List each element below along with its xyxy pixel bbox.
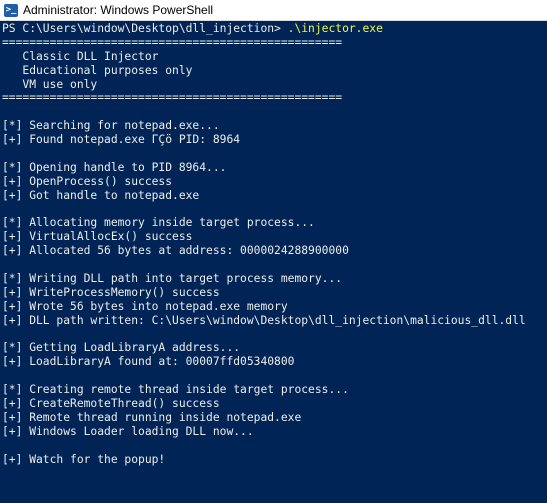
prompt-command: .\injector.exe — [287, 22, 383, 35]
console-line: VM use only — [2, 77, 98, 91]
console-line: [+] WriteProcessMemory() success — [2, 285, 220, 299]
console-line: Educational purposes only — [2, 63, 193, 77]
console-line: Classic DLL Injector — [2, 49, 159, 63]
console-line: [+] DLL path written: C:\Users\window\De… — [2, 313, 526, 327]
console-line: [+] Got handle to notepad.exe — [2, 188, 200, 202]
prompt-path: PS C:\Users\window\Desktop\dll_injection… — [2, 22, 288, 35]
console-output[interactable]: PS C:\Users\window\Desktop\dll_injection… — [0, 21, 547, 503]
console-line: [+] CreateRemoteThread() success — [2, 397, 220, 411]
console-line: [+] Allocated 56 bytes at address: 00000… — [2, 244, 349, 258]
title-bar[interactable]: >_ Administrator: Windows PowerShell — [0, 0, 547, 21]
window-title: Administrator: Windows PowerShell — [23, 3, 214, 17]
console-line: [+] Wrote 56 bytes into notepad.exe memo… — [2, 299, 288, 313]
console-line: [*] Opening handle to PID 8964... — [2, 160, 227, 174]
console-line: [*] Allocating memory inside target proc… — [2, 216, 315, 230]
console-line: [+] VirtualAllocEx() success — [2, 230, 193, 244]
console-line: [*] Searching for notepad.exe... — [2, 119, 220, 133]
console-line: ========================================… — [2, 91, 343, 105]
console-line: ========================================… — [2, 35, 343, 49]
console-line: [*] Writing DLL path into target process… — [2, 272, 343, 286]
powershell-window: >_ Administrator: Windows PowerShell PS … — [0, 0, 547, 503]
prompt-line: PS C:\Users\window\Desktop\dll_injection… — [2, 22, 547, 36]
powershell-icon: >_ — [4, 3, 18, 17]
console-line: [+] Watch for the popup! — [2, 452, 166, 466]
console-line: [+] Windows Loader loading DLL now... — [2, 424, 254, 438]
console-line: [+] Found notepad.exe ΓÇö PID: 8964 — [2, 133, 241, 147]
console-line: [+] Remote thread running inside notepad… — [2, 410, 302, 424]
console-line: [*] Creating remote thread inside target… — [2, 383, 349, 397]
console-line: [+] OpenProcess() success — [2, 174, 173, 188]
console-line: [*] Getting LoadLibraryA address... — [2, 341, 241, 355]
console-line: [+] LoadLibraryA found at: 00007ffd05340… — [2, 355, 295, 369]
